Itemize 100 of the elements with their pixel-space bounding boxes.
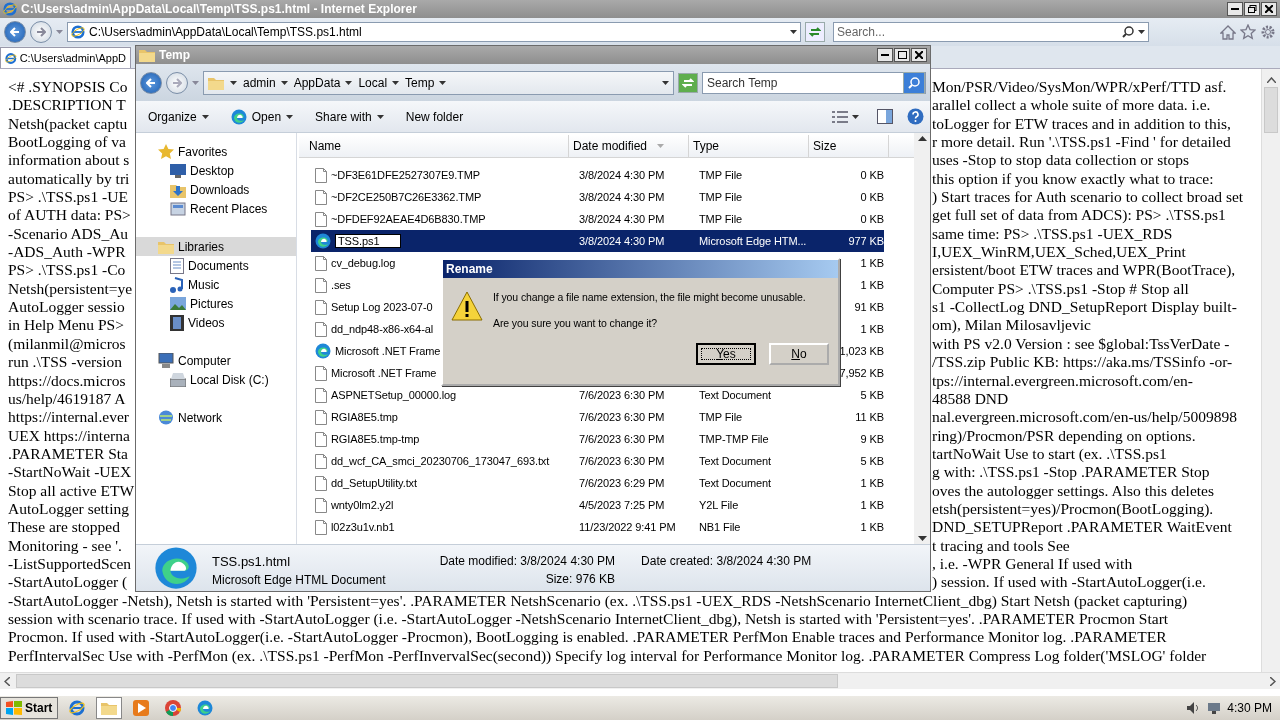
maximize-button[interactable] — [894, 48, 910, 62]
dialog-button[interactable]: No — [769, 343, 829, 365]
toolbar-button[interactable]: Open — [224, 104, 300, 129]
file-name[interactable]: Setup Log 2023-07-0 — [331, 301, 433, 313]
sidebar-item[interactable]: Favorites — [136, 142, 296, 161]
toolbar-button[interactable]: Share with — [309, 104, 390, 129]
sidebar-item[interactable]: Videos — [136, 313, 296, 332]
sidebar-item[interactable]: Pictures — [136, 294, 296, 313]
breadcrumb-bar[interactable]: admin AppData Local Temp — [203, 70, 674, 95]
file-name[interactable]: Microsoft .NET Frame — [331, 367, 437, 379]
start-button[interactable]: Start — [0, 697, 59, 719]
page-text: -Scenario ADS_Au — [8, 224, 129, 244]
forward-button[interactable] — [166, 71, 188, 94]
preview-pane-icon[interactable] — [877, 109, 893, 124]
file-name[interactable]: cv_debug.log — [331, 257, 396, 269]
file-row[interactable]: RGIA8E5.tmp-tmp 7/6/2023 6:30 PM TMP-TMP File 9 KB — [311, 428, 884, 450]
file-name[interactable]: Microsoft .NET Frame — [335, 345, 441, 357]
address-field[interactable]: C:\Users\admin\AppData\Local\Temp\TSS.ps1.html — [67, 22, 801, 42]
compatibility-button[interactable] — [805, 22, 825, 42]
document-icon — [315, 299, 327, 315]
caret-icon — [376, 114, 384, 119]
sidebar-item[interactable]: Recent Places — [136, 199, 296, 218]
toolbar-button[interactable]: New folder — [399, 104, 470, 129]
help-icon[interactable] — [907, 108, 924, 125]
file-row[interactable]: RGIA8E5.tmp 7/6/2023 6:30 PM TMP File 11 KB — [311, 406, 884, 428]
sidebar-item[interactable]: Desktop — [136, 161, 296, 180]
file-row[interactable]: TSS.ps1 3/8/2024 4:30 PM Microsoft Edge HTM... 977 KB — [311, 230, 884, 252]
sort-caret-icon — [657, 144, 665, 148]
column-header[interactable]: Name — [305, 135, 569, 157]
back-button[interactable] — [140, 71, 162, 94]
edge-icon — [315, 233, 331, 249]
music-note-icon — [170, 276, 184, 293]
sidebar-item[interactable]: Network — [136, 408, 296, 427]
page-text: run .\TSS -version — [8, 353, 123, 372]
file-row[interactable]: dd_SetupUtility.txt 7/6/2023 6:29 PM Text Document 1 KB — [311, 472, 884, 494]
page-text: uses -Stop to stop data collection or stops — [932, 151, 1189, 170]
browser-tab[interactable]: C:\Users\admin\AppD — [0, 47, 131, 68]
file-name[interactable]: .ses — [331, 279, 351, 291]
forward-button[interactable] — [30, 21, 52, 43]
file-name[interactable]: dd_ndp48-x86-x64-al — [331, 323, 434, 335]
file-row[interactable]: ~DF2CE250B7C26E3362.TMP 3/8/2024 4:30 PM TMP File 0 KB — [311, 186, 884, 208]
search-field[interactable]: Search... — [833, 22, 1149, 42]
sidebar-item[interactable]: Computer — [136, 351, 296, 370]
file-name: RGIA8E5.tmp — [331, 411, 398, 423]
search-field[interactable]: Search Temp — [702, 71, 926, 94]
file-row[interactable]: ASPNETSetup_00000.log 7/6/2023 6:30 PM Text Document 5 KB — [311, 384, 884, 406]
breadcrumb-item[interactable]: AppData — [293, 75, 353, 90]
breadcrumb-item[interactable]: admin — [243, 75, 288, 90]
swap-arrows-icon — [809, 26, 821, 38]
down-arrow-icon[interactable] — [917, 536, 927, 542]
column-header[interactable]: Size — [809, 135, 889, 157]
page-text: Netsh(packet captu — [8, 114, 128, 134]
breadcrumb-item[interactable]: Temp — [405, 75, 447, 90]
view-icon[interactable] — [832, 110, 848, 123]
rename-field[interactable]: TSS.ps1 — [335, 234, 401, 248]
close-button[interactable] — [911, 48, 927, 62]
taskbar-app[interactable] — [96, 697, 123, 719]
sidebar-item[interactable]: Libraries — [136, 237, 296, 256]
details-size: Size: 976 KB — [545, 572, 616, 586]
up-arrow-icon[interactable] — [917, 135, 927, 141]
sidebar-item[interactable]: Downloads — [136, 180, 296, 199]
edge-icon — [154, 546, 198, 590]
column-header[interactable]: Date modified — [569, 135, 689, 157]
file-type: TMP File — [698, 191, 743, 203]
breadcrumb-item[interactable]: Local — [358, 75, 400, 90]
home-icon[interactable] — [1220, 24, 1236, 40]
network-status-icon[interactable] — [1207, 702, 1222, 714]
settings-icon[interactable] — [1260, 24, 1276, 40]
toolbar-button[interactable]: Organize — [142, 104, 215, 129]
file-name: ~DF2CE250B7C26E3362.TMP — [331, 191, 482, 203]
search-button[interactable] — [903, 71, 925, 94]
clock: 4:30 PM — [1227, 701, 1272, 715]
page-text: .DESCRIPTION T — [8, 96, 126, 115]
sidebar-item[interactable]: Documents — [136, 256, 296, 275]
file-row[interactable]: l02z3u1v.nb1 11/23/2022 9:41 PM NB1 File 1 KB — [311, 516, 884, 538]
page-text: .PARAMETER Sta — [8, 444, 128, 464]
sidebar-item[interactable]: Music — [136, 275, 296, 294]
restore-button[interactable] — [1244, 2, 1260, 16]
file-row[interactable]: wnty0lm2.y2l 4/5/2023 7:25 PM Y2L File 1 KB — [311, 494, 884, 516]
file-row[interactable]: dd_wcf_CA_smci_20230706_173047_693.txt 7/6/2023 6:30 PM Text Document 5 KB — [311, 450, 884, 472]
list-scrollbar[interactable] — [914, 133, 930, 544]
page-text: AutoLogger setting — [8, 499, 129, 519]
document-icon — [315, 387, 327, 403]
close-icon — [915, 51, 923, 59]
minimize-button[interactable] — [1227, 2, 1243, 16]
minimize-button[interactable] — [877, 48, 893, 62]
close-button[interactable] — [1261, 2, 1277, 16]
refresh-button[interactable] — [678, 72, 698, 93]
horizontal-scrollbar[interactable] — [0, 672, 1280, 689]
file-row[interactable]: ~DFDEF92AEAE4D6B830.TMP 3/8/2024 4:30 PM TMP File 0 KB — [311, 208, 884, 230]
favorites-icon[interactable] — [1240, 24, 1256, 40]
scroll-thumb[interactable] — [1264, 87, 1278, 133]
file-type: Text Document — [698, 389, 773, 401]
back-button[interactable] — [4, 21, 26, 43]
sidebar-item[interactable]: Local Disk (C:) — [136, 370, 296, 389]
column-header[interactable]: Type — [689, 135, 809, 157]
page-text: -ListSupportedScen — [8, 554, 132, 574]
play-icon — [133, 700, 150, 716]
vertical-scrollbar[interactable] — [1261, 69, 1280, 672]
file-row[interactable]: ~DF3E61DFE2527307E9.TMP 3/8/2024 4:30 PM TMP File 0 KB — [311, 164, 884, 186]
